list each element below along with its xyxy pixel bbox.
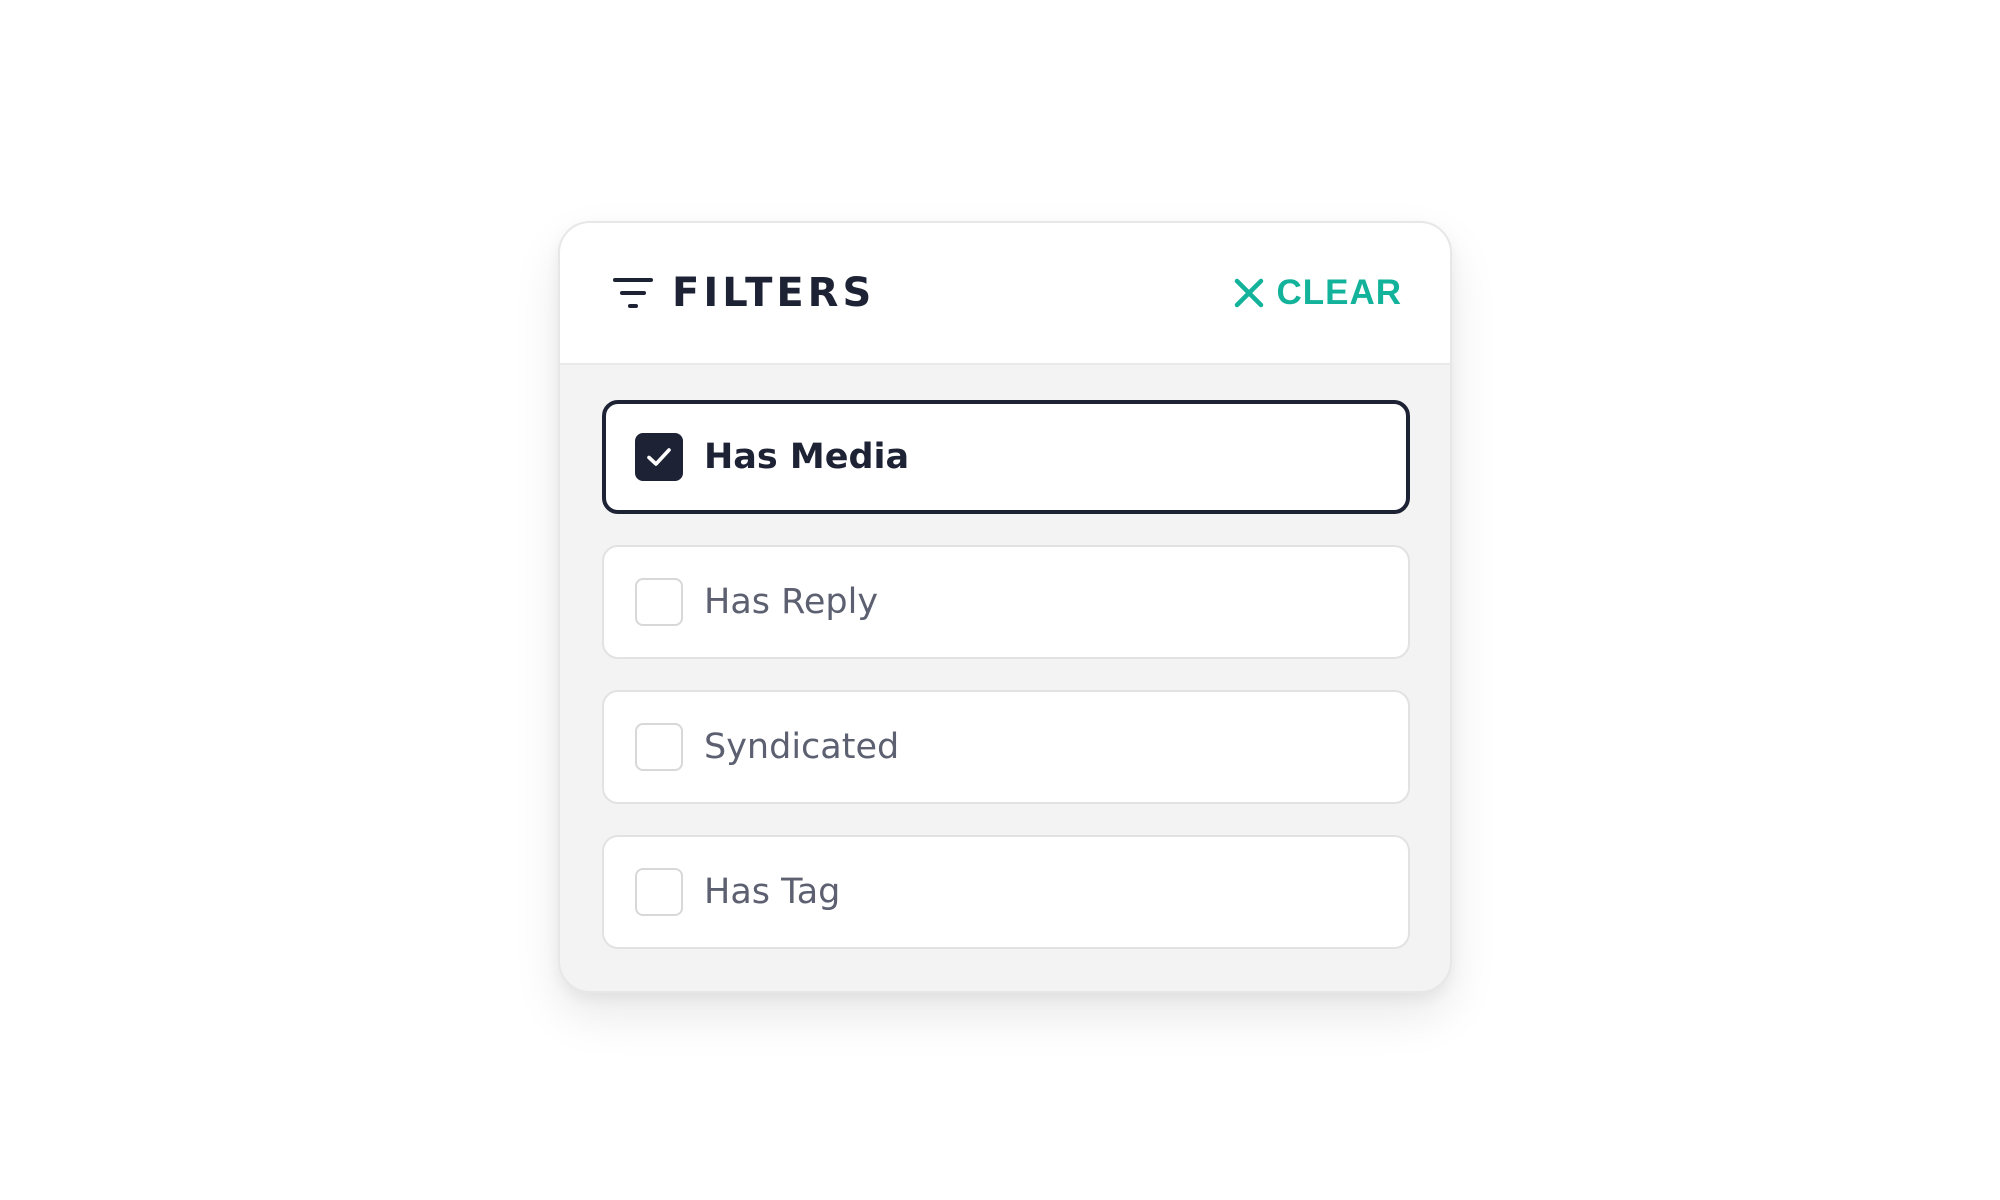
panel-title: FILTERS	[672, 270, 876, 316]
filters-panel: FILTERS CLEAR Has Media Has Reply Syndic…	[558, 221, 1452, 993]
option-label: Has Reply	[704, 582, 879, 622]
checkbox-syndicated[interactable]	[635, 723, 683, 771]
close-icon	[1234, 278, 1264, 308]
clear-label: CLEAR	[1276, 273, 1402, 312]
checkbox-has-reply[interactable]	[635, 578, 683, 626]
filter-option-has-tag[interactable]: Has Tag	[602, 835, 1410, 949]
checkbox-has-tag[interactable]	[635, 868, 683, 916]
filter-option-syndicated[interactable]: Syndicated	[602, 690, 1410, 804]
filter-icon	[612, 276, 654, 310]
option-label: Has Tag	[704, 872, 841, 912]
check-icon	[647, 448, 671, 466]
checkbox-has-media[interactable]	[635, 433, 683, 481]
clear-button[interactable]: CLEAR	[1234, 223, 1402, 363]
option-label: Syndicated	[704, 727, 900, 767]
option-label: Has Media	[704, 437, 910, 477]
filter-option-has-reply[interactable]: Has Reply	[602, 545, 1410, 659]
filter-options-list: Has Media Has Reply Syndicated Has Tag	[602, 400, 1410, 980]
filter-option-has-media[interactable]: Has Media	[602, 400, 1410, 514]
title-group: FILTERS	[612, 223, 875, 363]
panel-header: FILTERS CLEAR	[560, 223, 1450, 365]
